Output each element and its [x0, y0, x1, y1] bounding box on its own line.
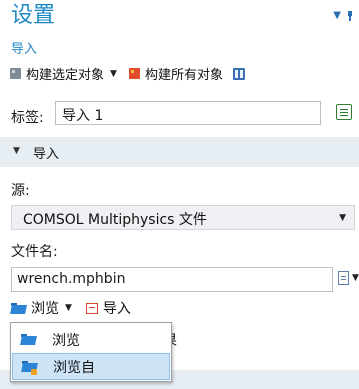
chevron-down-icon[interactable]: ▼ — [65, 303, 72, 313]
notes-icon[interactable] — [336, 104, 352, 120]
browse-toolbar: 浏览 ▼ 导入 — [11, 298, 131, 318]
panel-menu-arrow-icon[interactable]: ▼ — [333, 10, 341, 21]
chevron-down-icon[interactable]: ▼ — [110, 69, 117, 79]
label-caption: 标签: — [11, 110, 44, 126]
import-icon — [85, 302, 98, 314]
collapse-arrow-icon[interactable]: ▼ — [13, 146, 20, 156]
source-select[interactable]: COMSOL Multiphysics 文件 ▼ — [11, 205, 355, 230]
section-title: 导入 — [33, 147, 60, 162]
build-all-geometry-icon[interactable] — [232, 67, 245, 80]
chevron-down-icon: ▼ — [352, 273, 359, 283]
source-label: 源: — [11, 183, 30, 199]
label-input[interactable]: 导入 1 — [55, 101, 321, 125]
build-selected-button[interactable]: 构建选定对象 ▼ — [10, 64, 117, 83]
node-type-subtitle: 导入 — [11, 42, 38, 57]
menu-item-browse-from[interactable]: 浏览自 — [12, 353, 170, 380]
browse-button[interactable]: 浏览 — [31, 298, 59, 318]
badge-icon — [31, 369, 37, 375]
build-all-button[interactable]: 构建所有对象 — [128, 64, 223, 83]
file-options-button[interactable]: ▼ — [338, 271, 359, 285]
section-header-import[interactable]: ▼ 导入 — [0, 137, 359, 167]
browse-dropdown-menu: 浏览 浏览自 — [10, 322, 172, 382]
folder-open-icon — [11, 302, 26, 314]
window-controls: ▼ — [333, 10, 353, 21]
folder-open-icon — [21, 334, 36, 345]
build-selected-icon — [10, 68, 21, 79]
source-select-value: COMSOL Multiphysics 文件 — [23, 212, 207, 228]
filename-input[interactable]: wrench.mphbin — [11, 267, 333, 292]
menu-item-label: 浏览自 — [53, 359, 95, 376]
build-toolbar: 构建选定对象 ▼ 构建所有对象 — [10, 64, 245, 83]
menu-item-label: 浏览 — [52, 332, 80, 349]
build-all-icon — [128, 68, 140, 79]
build-selected-label: 构建选定对象 — [26, 68, 105, 83]
build-all-label: 构建所有对象 — [144, 68, 223, 83]
chevron-down-icon: ▼ — [339, 213, 346, 223]
filename-label: 文件名: — [11, 244, 58, 260]
import-button[interactable]: 导入 — [103, 298, 131, 318]
settings-title: 设置 — [11, 3, 56, 28]
document-icon — [338, 271, 349, 285]
pin-icon[interactable] — [347, 10, 353, 21]
menu-item-browse[interactable]: 浏览 — [12, 326, 170, 353]
